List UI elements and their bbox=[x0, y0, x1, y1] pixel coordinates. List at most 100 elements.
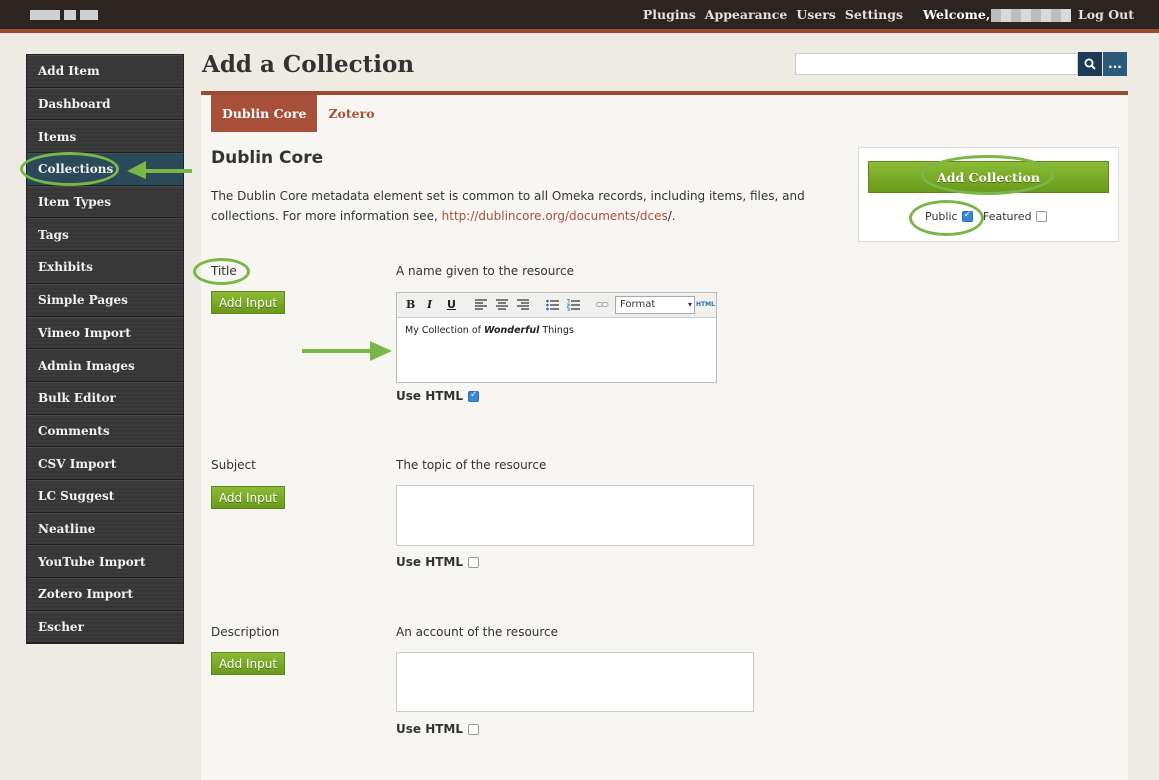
sidebar-item-label: Tags bbox=[38, 227, 69, 242]
featured-checkbox[interactable] bbox=[1035, 211, 1047, 222]
link-icon[interactable] bbox=[596, 301, 609, 309]
use-html-label: Use HTML bbox=[396, 722, 464, 736]
sidebar-item-csv-import[interactable]: CSV Import bbox=[27, 447, 183, 480]
top-bar: Plugins Appearance Users Settings Welcom… bbox=[0, 0, 1159, 33]
sidebar-item-label: Simple Pages bbox=[38, 293, 128, 308]
sidebar-item-label: Dashboard bbox=[38, 97, 111, 112]
sidebar-item-collections[interactable]: Collections bbox=[27, 153, 183, 186]
format-select[interactable]: Format ▾ bbox=[615, 296, 695, 314]
bullet-list-icon[interactable] bbox=[546, 299, 559, 311]
subject-description: The topic of the resource bbox=[396, 458, 547, 472]
subject-use-html[interactable]: Use HTML bbox=[396, 555, 480, 569]
html-source-button[interactable]: HTML bbox=[696, 301, 715, 308]
description-textarea[interactable] bbox=[396, 652, 754, 712]
sidebar-item-lc-suggest[interactable]: LC Suggest bbox=[27, 479, 183, 513]
sidebar-item-label: Add Item bbox=[38, 64, 100, 79]
add-collection-button[interactable]: Add Collection bbox=[868, 161, 1109, 193]
underline-button[interactable]: U bbox=[447, 298, 456, 311]
align-left-icon[interactable] bbox=[475, 299, 487, 311]
sidebar-item-dashboard[interactable]: Dashboard bbox=[27, 87, 183, 121]
sidebar-item-comments[interactable]: Comments bbox=[27, 414, 183, 448]
sidebar-item-bulk-editor[interactable]: Bulk Editor bbox=[27, 381, 183, 415]
subject-add-input-button[interactable]: Add Input bbox=[211, 486, 285, 509]
sidebar-item-label: CSV Import bbox=[38, 456, 117, 471]
description-label: Description bbox=[211, 625, 280, 639]
tab-zotero[interactable]: Zotero bbox=[317, 95, 385, 132]
sidebar-item-simple-pages[interactable]: Simple Pages bbox=[27, 283, 183, 317]
align-center-icon[interactable] bbox=[496, 299, 508, 311]
sidebar-item-zotero-import[interactable]: Zotero Import bbox=[27, 578, 183, 611]
title-description: A name given to the resource bbox=[396, 264, 574, 278]
sidebar-item-label: Neatline bbox=[38, 521, 96, 536]
title-editor-content[interactable]: My Collection of Wonderful Things bbox=[397, 318, 716, 343]
sidebar-item-label: LC Suggest bbox=[38, 489, 115, 504]
featured-label: Featured bbox=[983, 210, 1032, 223]
title-value-end: Things bbox=[539, 325, 574, 336]
title-value-start: My Collection of bbox=[405, 325, 485, 336]
search-input[interactable] bbox=[795, 53, 1078, 75]
sidebar-item-admin-images[interactable]: Admin Images bbox=[27, 349, 183, 382]
nav-appearance[interactable]: Appearance bbox=[705, 7, 788, 22]
title-label: Title bbox=[211, 264, 237, 278]
editor-toolbar: B I U Format ▾ HTML bbox=[397, 293, 716, 318]
sidebar-item-neatline[interactable]: Neatline bbox=[27, 512, 183, 546]
welcome-label: Welcome, bbox=[923, 7, 991, 22]
username-redacted[interactable] bbox=[991, 9, 1071, 22]
intro-end: /. bbox=[667, 209, 676, 223]
sidebar-item-exhibits[interactable]: Exhibits bbox=[27, 251, 183, 284]
subject-textarea[interactable] bbox=[396, 485, 754, 546]
sidebar-item-label: Vimeo Import bbox=[38, 325, 131, 340]
italic-button[interactable]: I bbox=[427, 298, 432, 311]
search-button[interactable] bbox=[1078, 52, 1102, 76]
tab-dublin-core[interactable]: Dublin Core bbox=[211, 95, 318, 132]
use-html-label: Use HTML bbox=[396, 555, 464, 569]
sidebar-item-label: YouTube Import bbox=[38, 554, 146, 569]
advanced-search-button[interactable]: ... bbox=[1103, 52, 1127, 76]
public-checkbox[interactable] bbox=[961, 210, 973, 222]
sidebar-item-label: Zotero Import bbox=[38, 587, 134, 602]
sidebar-item-vimeo-import[interactable]: Vimeo Import bbox=[27, 316, 183, 350]
align-right-icon[interactable] bbox=[517, 299, 529, 311]
chevron-down-icon: ▾ bbox=[687, 300, 692, 309]
sidebar-item-label: Comments bbox=[38, 423, 110, 438]
sidebar-item-escher[interactable]: Escher bbox=[27, 610, 183, 644]
nav-plugins[interactable]: Plugins bbox=[643, 7, 696, 22]
title-value-emphasis: Wonderful bbox=[484, 325, 540, 336]
public-label: Public bbox=[925, 210, 958, 223]
numbered-list-icon[interactable] bbox=[567, 299, 580, 311]
logout-link[interactable]: Log Out bbox=[1078, 7, 1134, 22]
title-use-html[interactable]: Use HTML bbox=[396, 389, 480, 403]
page-title: Add a Collection bbox=[202, 51, 415, 78]
sidebar-item-label: Admin Images bbox=[38, 358, 135, 373]
site-title-redacted[interactable] bbox=[30, 10, 98, 20]
sidebar-item-label: Items bbox=[38, 129, 77, 144]
sidebar-item-label: Collections bbox=[38, 162, 114, 177]
sidebar-item-items[interactable]: Items bbox=[27, 120, 183, 154]
sidebar-item-label: Escher bbox=[38, 620, 84, 635]
description-use-html[interactable]: Use HTML bbox=[396, 722, 480, 736]
sidebar-item-youtube-import[interactable]: YouTube Import bbox=[27, 545, 183, 578]
featured-toggle[interactable]: Featured bbox=[983, 210, 1047, 223]
section-tabs: Dublin Core Zotero bbox=[211, 95, 386, 132]
title-use-html-checkbox[interactable] bbox=[468, 390, 480, 402]
section-heading: Dublin Core bbox=[211, 148, 324, 168]
sidebar-item-tags[interactable]: Tags bbox=[27, 218, 183, 252]
bold-button[interactable]: B bbox=[406, 298, 415, 311]
sidebar-item-item-types[interactable]: Item Types bbox=[27, 185, 183, 219]
nav-settings[interactable]: Settings bbox=[845, 7, 903, 22]
title-add-input-button[interactable]: Add Input bbox=[211, 291, 285, 314]
description-use-html-checkbox[interactable] bbox=[468, 723, 480, 735]
dublin-core-link[interactable]: http://dublincore.org/documents/dces bbox=[442, 209, 668, 223]
description-description: An account of the resource bbox=[396, 625, 559, 639]
public-toggle[interactable]: Public bbox=[925, 210, 973, 223]
use-html-label: Use HTML bbox=[396, 389, 464, 403]
title-rich-text-editor[interactable]: B I U Format ▾ HTML My Collection of Wond… bbox=[396, 292, 717, 383]
sidebar-item-add-item[interactable]: Add Item bbox=[27, 55, 183, 88]
sidebar-item-label: Bulk Editor bbox=[38, 391, 116, 406]
sidebar-nav: Add Item Dashboard Items Collections Ite… bbox=[26, 54, 184, 645]
description-add-input-button[interactable]: Add Input bbox=[211, 652, 285, 675]
top-nav: Plugins Appearance Users Settings bbox=[643, 7, 903, 22]
subject-use-html-checkbox[interactable] bbox=[468, 556, 480, 568]
sidebar-item-label: Exhibits bbox=[38, 260, 93, 275]
nav-users[interactable]: Users bbox=[796, 7, 836, 22]
